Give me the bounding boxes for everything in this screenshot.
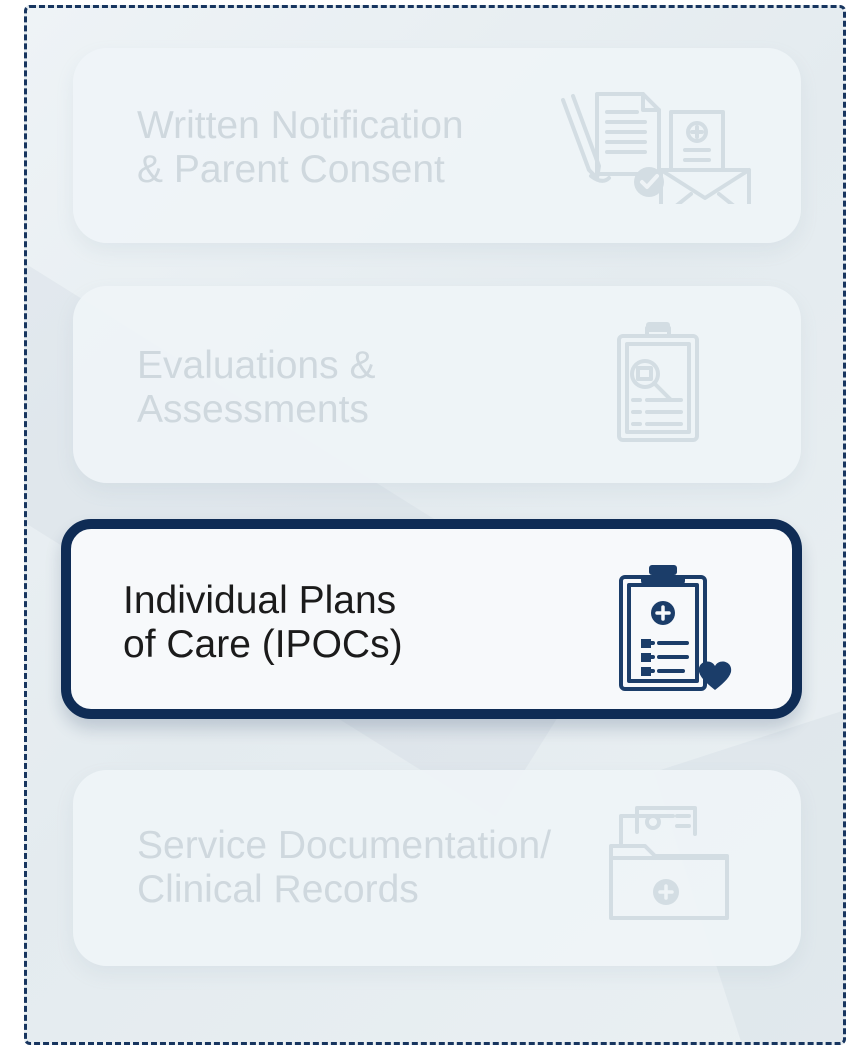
menu-item-written-notification[interactable]: Written Notification & Parent Consent (73, 48, 801, 243)
menu-item-individual-plans[interactable]: Individual Plans of Care (IPOCs) (61, 519, 802, 719)
menu-item-label: Service Documentation/ Clinical Records (137, 824, 552, 911)
document-pen-envelope-icon (561, 92, 751, 204)
menu-item-label: Evaluations & Assessments (137, 344, 376, 431)
menu-item-label: Individual Plans of Care (IPOCs) (123, 579, 403, 666)
clipboard-magnifier-icon (617, 322, 699, 442)
menu-item-evaluations[interactable]: Evaluations & Assessments (73, 286, 801, 483)
medical-folder-icon (609, 806, 729, 920)
clipboard-heart-icon (619, 565, 732, 691)
menu-item-label: Written Notification & Parent Consent (137, 104, 464, 191)
menu-panel: Written Notification & Parent Consent Ev… (24, 5, 846, 1045)
menu-item-service-documentation[interactable]: Service Documentation/ Clinical Records (73, 770, 801, 966)
